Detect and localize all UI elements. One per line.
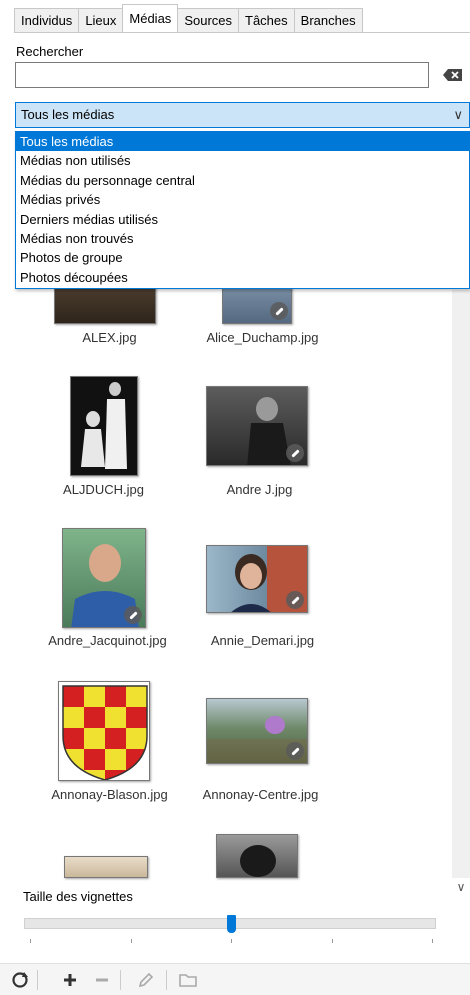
media-caption: Annie_Demari.jpg [210,633,315,648]
dropdown-option-central-person-media[interactable]: Médias du personnage central [16,171,469,190]
tab-lieux[interactable]: Lieux [78,8,124,32]
tab-bar: Individus Lieux Médias Sources Tâches Br… [14,4,363,32]
edit-icon[interactable] [136,970,156,990]
edit-badge-icon [286,444,304,462]
slider-tick [432,939,433,943]
remove-icon[interactable] [92,970,112,990]
clear-search-icon[interactable] [442,66,464,84]
dropdown-option-unused-media[interactable]: Médias non utilisés [16,151,469,170]
refresh-icon[interactable] [10,970,30,990]
edit-badge-icon [286,742,304,760]
tab-taches[interactable]: Tâches [238,8,295,32]
dropdown-option-group-photos[interactable]: Photos de groupe [16,248,469,267]
folder-icon[interactable] [178,970,198,990]
dropdown-option-all-media[interactable]: Tous les médias [16,132,469,152]
edit-badge-icon [270,302,288,320]
scrollbar[interactable] [452,290,470,878]
search-input[interactable] [15,62,429,88]
tab-individus[interactable]: Individus [14,8,80,32]
add-icon[interactable] [60,970,80,990]
edit-badge-icon [124,606,142,624]
media-thumbnail-partial[interactable] [64,856,148,878]
media-filter-value: Tous les médias [21,107,115,122]
media-caption: Andre J.jpg [226,482,293,497]
slider-tick [332,939,333,943]
tab-medias[interactable]: Médias [122,4,179,32]
media-caption: Annonay-Blason.jpg [51,787,168,802]
toolbar-separator [120,970,121,990]
search-label: Rechercher [16,44,84,59]
media-caption: ALEX.jpg [82,330,137,345]
dropdown-option-cropped-photos[interactable]: Photos découpées [16,268,469,287]
media-thumbnail-annie-demari[interactable] [206,545,308,613]
slider-tick [231,939,232,943]
slider-handle[interactable] [227,915,236,933]
dropdown-option-recent-media[interactable]: Derniers médias utilisés [16,210,469,229]
tab-sources[interactable]: Sources [177,8,240,32]
toolbar-separator [37,970,38,990]
media-thumbnail-annonay-centre[interactable] [206,698,308,764]
media-thumbnail-aljduch[interactable] [70,376,138,476]
tab-divider [14,32,470,33]
media-caption: Alice_Duchamp.jpg [206,330,319,345]
tab-branches[interactable]: Branches [293,8,363,32]
dropdown-option-private-media[interactable]: Médias privés [16,190,469,209]
slider-tick [131,939,132,943]
thumbnail-size-label: Taille des vignettes [23,889,133,904]
edit-badge-icon [286,591,304,609]
media-thumbnail-partial[interactable] [216,834,298,878]
media-caption: Annonay-Centre.jpg [202,787,319,802]
dropdown-option-missing-media[interactable]: Médias non trouvés [16,229,469,248]
media-filter-select[interactable]: Tous les médias ∨ [15,102,470,128]
media-caption: ALJDUCH.jpg [63,482,144,497]
chevron-down-icon: ∨ [453,107,463,122]
scroll-down-icon[interactable]: ∨ [452,880,470,894]
media-thumbnail-annonay-blason[interactable] [58,681,150,781]
slider-tick [30,939,31,943]
media-filter-dropdown: Tous les médias Médias non utilisés Médi… [15,131,470,289]
media-thumbnail-andre-j[interactable] [206,386,308,466]
media-caption: Andre_Jacquinot.jpg [48,633,167,648]
media-toolbar [0,963,470,995]
toolbar-separator [166,970,167,990]
media-thumbnail-andre-jacquinot[interactable] [62,528,146,628]
